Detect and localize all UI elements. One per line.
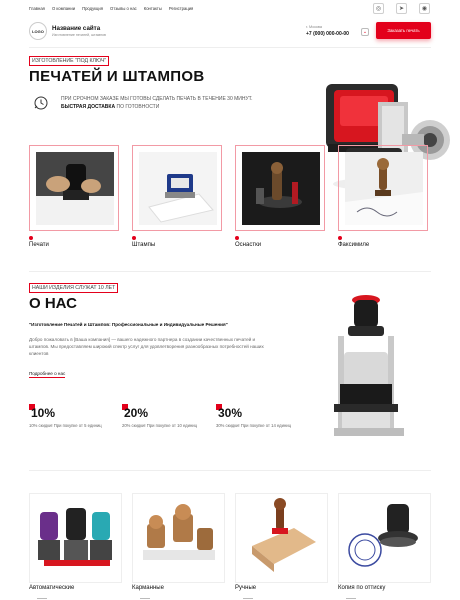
product-label[interactable]: Ручные [235,585,256,591]
divider [37,598,47,599]
product-image [30,494,121,582]
about-tag: НАШИ ИЗДЕЛИЯ СЛУЖАТ 10 ЛЕТ [29,283,119,293]
discount-card: 20% 20% скидки! При покупке от 10 единиц [122,404,202,444]
category-card-stamps[interactable] [132,145,222,231]
divider [29,470,431,471]
hero-tag: ИЗГОТОВЛЕНИЕ "ПОД КЛЮЧ" [29,56,110,66]
hero-title: ПЕЧАТЕЙ И ШТАМПОВ [29,68,205,85]
category-label[interactable]: Штампы [132,242,155,248]
category-image [36,152,114,225]
discount-text: 20% скидки! При покупке от 10 единиц [122,423,198,428]
product-label[interactable]: Карманные [132,585,164,591]
product-card-automatic[interactable] [29,493,122,583]
nav-about[interactable]: О компании [52,6,75,11]
order-stamp-button[interactable]: Заказать печать [376,22,431,39]
category-image [242,152,320,225]
discount-text: 10% скидки! При покупке от 5 единиц [29,423,102,428]
facsimile-photo [345,152,423,225]
whatsapp-icon[interactable]: ◎ [373,3,384,14]
divider [29,271,431,272]
hero-promo: ПРИ СРОЧНОМ ЗАКАЗЕ МЫ ГОТОВЫ СДЕЛАТЬ ПЕЧ… [61,96,331,112]
stamp-photo [139,152,217,225]
product-card-pocket[interactable] [132,493,225,583]
discount-value: 30% [218,406,243,420]
discount-card: 10% 10% скидки! При покупке от 5 единиц [29,404,109,444]
divider [29,47,431,48]
page: Главная О компании Продукция Отзывы о на… [0,0,460,600]
nav-home[interactable]: Главная [29,6,45,11]
site-name: Название сайта [52,25,101,32]
divider [243,598,253,599]
about-title: О НАС [29,295,77,312]
product-image [236,494,327,582]
product-image [339,494,430,582]
divider [346,598,356,599]
social-links: ◎ ➤ ◉ [373,3,430,14]
seal-photo [36,152,114,225]
category-label[interactable]: Оснастки [235,242,261,248]
category-label[interactable]: Факсимиле [338,242,369,248]
holder-photo [242,152,320,225]
about-subtitle: "Изготовление Печатей и Штампов: Професс… [29,322,228,327]
promo-rest: ПО ГОТОВНОСТИ [115,103,160,110]
product-card-manual[interactable] [235,493,328,583]
about-more-link[interactable]: Подробнее о нас [29,371,66,378]
nav-contacts[interactable]: Контакты [144,6,162,11]
product-card-copy[interactable] [338,493,431,583]
category-image [345,152,423,225]
bullet [132,236,136,240]
category-card-facsimile[interactable] [338,145,428,231]
city-label: г. Москва [306,25,322,29]
chevron-down-icon[interactable]: ⌄ [361,28,369,36]
product-image [133,494,224,582]
about-stamp-image [334,295,404,436]
category-card-seals[interactable] [29,145,119,231]
bullet [29,236,33,240]
product-label[interactable]: Автоматические [29,585,74,591]
discount-value: 20% [124,406,149,420]
discount-card: 30% 30% скидки! При покупке от 14 единиц [216,404,296,444]
discount-text: 30% скидки! При покупке от 14 единиц [216,423,292,428]
promo-line: ПРИ СРОЧНОМ ЗАКАЗЕ МЫ ГОТОВЫ СДЕЛАТЬ ПЕЧ… [61,96,253,102]
phone-number[interactable]: +7 (000) 000-00-00 [306,31,349,37]
category-label[interactable]: Печати [29,242,49,248]
promo-bold: БЫСТРАЯ ДОСТАВКА [61,103,116,110]
clock-icon [34,96,48,110]
bullet [235,236,239,240]
logo[interactable]: LOGO [29,22,47,40]
nav-register[interactable]: Регистрация [169,6,193,11]
product-label[interactable]: Копия по оттиску [338,585,385,591]
divider [140,598,150,599]
nav-products[interactable]: Продукция [82,6,103,11]
nav-reviews[interactable]: Отзывы о нас [110,6,137,11]
bullet [338,236,342,240]
category-image [139,152,217,225]
site-subtitle: Изготовление печатей, штампов [52,33,106,37]
about-text: Добро пожаловать в [Ваша компания] — ваш… [29,337,264,357]
discount-value: 10% [31,406,56,420]
viber-icon[interactable]: ◉ [419,3,430,14]
category-card-holders[interactable] [235,145,325,231]
telegram-icon[interactable]: ➤ [396,3,407,14]
